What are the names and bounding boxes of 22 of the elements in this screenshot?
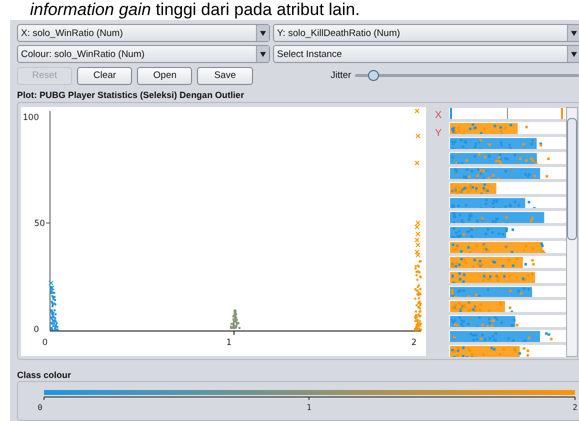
axis-label: 0	[34, 324, 39, 335]
attribute-dropdown[interactable]: Select Instance	[273, 45, 579, 63]
toolbar-button[interactable]: Clear	[77, 66, 132, 85]
axis-label: 50	[34, 218, 45, 229]
axis-label: 0	[42, 338, 48, 348]
toolbar-button[interactable]: Open	[137, 66, 192, 85]
jitter-label: Jitter	[330, 70, 352, 82]
plot-title: Plot: PUBG Player Statistics (Seleksi) Dengan Outlier	[17, 90, 246, 102]
axis-marker: X	[434, 108, 443, 123]
scale-label: 2	[572, 403, 578, 412]
attribute-dropdown[interactable]: Y: solo_KillDeathRatio (Num)	[273, 24, 579, 42]
axis-marker: Y	[434, 126, 443, 141]
scale-label: 1	[306, 403, 312, 412]
class-colour-title: Class colour	[17, 370, 72, 382]
toolbar-button[interactable]: Save	[197, 66, 253, 85]
axis-label: 1	[226, 338, 232, 348]
scale-label: 0	[38, 403, 42, 412]
axis-label: 2	[411, 338, 417, 348]
axis-label: 100	[22, 112, 39, 123]
document-text: information gain tinggi dari pada atribut lain.	[30, 0, 360, 20]
attribute-dropdown[interactable]: Colour: solo_WinRatio (Num)	[17, 45, 270, 63]
attribute-dropdown[interactable]: X: solo_WinRatio (Num)	[17, 24, 270, 42]
